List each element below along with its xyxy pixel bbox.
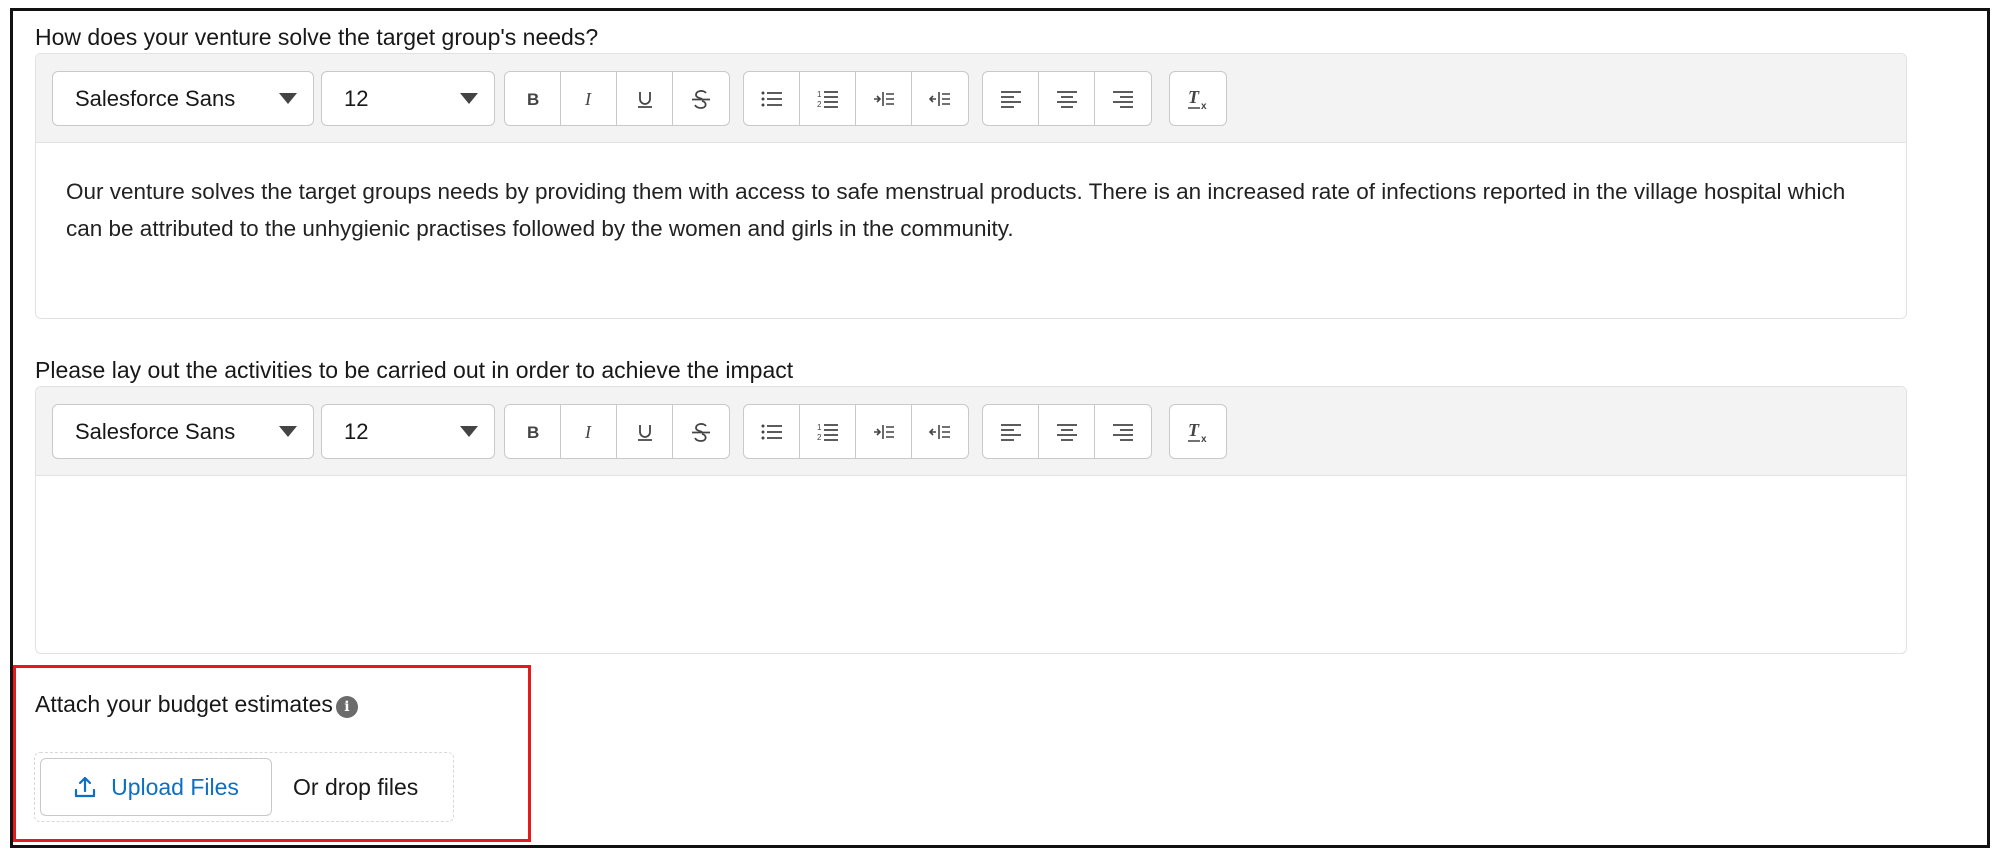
outdent-button[interactable] [912,405,968,458]
font-size-select[interactable]: 12 [321,404,495,459]
svg-text:I: I [584,90,592,108]
align-right-icon [1113,90,1133,108]
bold-button[interactable]: B [505,405,561,458]
svg-text:2: 2 [817,100,822,109]
attach-budget-label: Attach your budget estimates i [35,690,358,718]
svg-text:T: T [1188,421,1200,440]
align-center-icon [1056,90,1077,108]
editor-content[interactable]: Our venture solves the target groups nee… [36,143,1906,277]
italic-icon: I [584,90,592,108]
align-button-group [982,71,1152,126]
svg-text:B: B [527,423,539,441]
numbered-list-button[interactable]: 12 [800,72,856,125]
numbered-list-button[interactable]: 12 [800,405,856,458]
clear-button-group: Tx [1169,71,1227,126]
rich-text-editor-1: Salesforce Sans 12 B I 1 2 T x Our ventu… [35,53,1907,319]
clear-formatting-button[interactable]: Tx [1170,72,1226,125]
question-label-1: How does your venture solve the target g… [35,24,599,50]
upload-files-button[interactable]: Upload Files [40,758,272,816]
outdent-icon [929,91,950,106]
italic-button[interactable]: I [561,405,617,458]
svg-text:1: 1 [817,423,822,432]
svg-text:1: 1 [817,90,822,99]
align-right-button[interactable] [1095,72,1151,125]
svg-text:B: B [527,90,539,108]
bullet-list-button[interactable] [744,405,800,458]
align-center-button[interactable] [1039,72,1095,125]
rich-text-editor-2: Salesforce Sans 12 B I 1 2 T x [35,386,1907,654]
clear-formatting-icon: Tx [1188,421,1207,443]
font-size-select[interactable]: 12 [321,71,495,126]
attach-label-text: Attach your budget estimates [35,690,333,717]
align-center-icon [1056,423,1077,441]
align-center-button[interactable] [1039,405,1095,458]
font-family-value: Salesforce Sans [75,418,236,444]
drop-files-text: Or drop files [293,774,419,800]
bold-icon: B [527,423,539,441]
indent-icon [873,91,894,106]
align-left-button[interactable] [983,405,1039,458]
strikethrough-icon [692,89,710,109]
underline-icon [637,91,652,108]
question-label-2: Please lay out the activities to be carr… [35,357,794,383]
chevron-down-icon [460,426,478,437]
svg-text:x: x [1201,434,1207,443]
upload-files-label: Upload Files [111,773,239,800]
outdent-icon [929,424,950,439]
strikethrough-button[interactable] [673,405,729,458]
align-right-icon [1113,423,1133,441]
chevron-down-icon [279,93,297,104]
format-button-group: B I [504,404,730,459]
chevron-down-icon [279,426,297,437]
clear-formatting-icon: Tx [1188,88,1207,110]
font-size-value: 12 [344,418,369,444]
align-left-button[interactable] [983,72,1039,125]
align-left-icon [1000,90,1021,108]
info-icon[interactable]: i [335,696,358,718]
svg-text:x: x [1201,101,1207,110]
align-left-icon [1000,423,1021,441]
svg-text:T: T [1188,88,1200,107]
file-dropzone[interactable]: Upload Files Or drop files [34,752,454,822]
font-family-select[interactable]: Salesforce Sans [52,404,314,459]
italic-button[interactable]: I [561,72,617,125]
indent-button[interactable] [856,405,912,458]
format-button-group: B I [504,71,730,126]
outdent-button[interactable] [912,72,968,125]
bullet-list-icon [761,91,782,106]
italic-icon: I [584,423,592,441]
editor-content[interactable] [36,476,1906,536]
numbered-list-icon: 12 [817,423,838,442]
indent-icon [873,424,894,439]
list-button-group: 12 [743,71,969,126]
font-family-select[interactable]: Salesforce Sans [52,71,314,126]
clear-formatting-button[interactable]: Tx [1170,405,1226,458]
underline-button[interactable] [617,405,673,458]
list-button-group: 12 [743,404,969,459]
strikethrough-icon [692,422,710,442]
bold-button[interactable]: B [505,72,561,125]
editor-toolbar: Salesforce Sans 12 B I 1 2 T x [36,387,1906,476]
indent-button[interactable] [856,72,912,125]
upload-icon [74,776,96,798]
bullet-list-icon [761,424,782,439]
svg-text:I: I [584,423,592,441]
bullet-list-button[interactable] [744,72,800,125]
font-size-value: 12 [344,85,369,111]
editor-toolbar: Salesforce Sans 12 B I 1 2 T x [36,54,1906,143]
clear-button-group: Tx [1169,404,1227,459]
chevron-down-icon [460,93,478,104]
align-right-button[interactable] [1095,405,1151,458]
underline-icon [637,424,652,441]
align-button-group [982,404,1152,459]
numbered-list-icon: 12 [817,90,838,109]
svg-text:2: 2 [817,433,822,442]
underline-button[interactable] [617,72,673,125]
bold-icon: B [527,90,539,108]
font-family-value: Salesforce Sans [75,85,236,111]
strikethrough-button[interactable] [673,72,729,125]
